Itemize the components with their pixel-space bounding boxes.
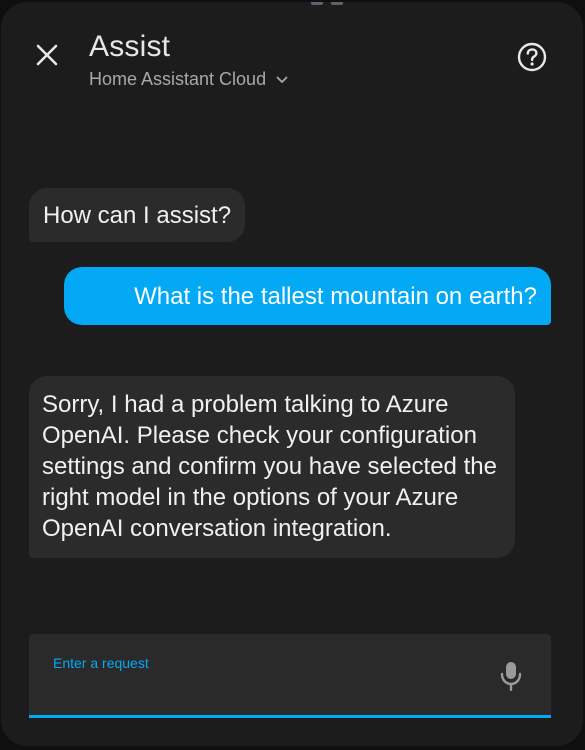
request-input[interactable]	[51, 678, 495, 708]
user-message-bubble: What is the tallest mountain on earth?	[64, 267, 551, 325]
pipeline-selector[interactable]: Home Assistant Cloud	[89, 69, 288, 90]
assistant-error-message-bubble: Sorry, I had a problem talking to Azure …	[29, 376, 515, 558]
dialog-header: Assist Home Assistant Cloud	[1, 2, 583, 112]
close-button[interactable]	[27, 35, 67, 75]
microphone-icon	[500, 662, 522, 691]
request-field-label: Enter a request	[53, 655, 149, 671]
chevron-down-icon	[276, 76, 288, 83]
request-text-field[interactable]: Enter a request	[29, 634, 551, 718]
close-icon	[36, 44, 58, 66]
assist-dialog: Assist Home Assistant Cloud How can I as…	[1, 2, 583, 746]
assistant-message-bubble: How can I assist?	[29, 188, 246, 242]
dialog-title: Assist	[89, 30, 171, 63]
help-circle-icon	[517, 42, 547, 72]
pipeline-selector-label: Home Assistant Cloud	[89, 69, 267, 89]
microphone-button[interactable]	[491, 656, 531, 696]
help-button[interactable]	[511, 36, 553, 78]
